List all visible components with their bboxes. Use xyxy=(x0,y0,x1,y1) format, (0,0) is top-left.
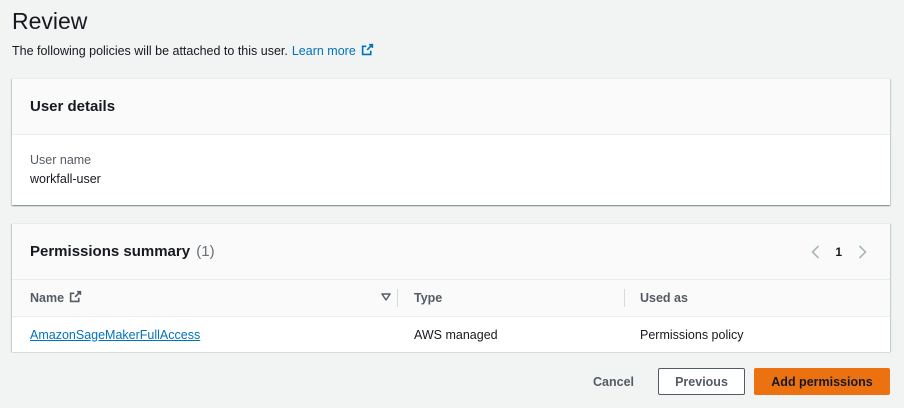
table-row: AmazonSageMakerFullAccess AWS managed Pe… xyxy=(12,317,890,352)
chevron-right-icon[interactable] xyxy=(856,244,868,260)
table-header: Name Type Used as xyxy=(12,280,890,317)
user-details-title: User details xyxy=(30,98,116,115)
cancel-button[interactable]: Cancel xyxy=(575,369,652,395)
learn-more-link[interactable]: Learn more xyxy=(292,43,374,59)
page-title: Review xyxy=(12,8,88,34)
chevron-left-icon[interactable] xyxy=(809,244,821,260)
policy-type-cell: AWS managed xyxy=(414,327,498,342)
policy-name-cell: AmazonSageMakerFullAccess xyxy=(12,328,397,342)
permissions-count: (1) xyxy=(196,243,215,260)
user-details-panel: User details User name workfall-user xyxy=(12,78,890,205)
policy-used-as-cell: Permissions policy xyxy=(640,327,744,342)
name-header-label: Name xyxy=(30,291,65,305)
add-permissions-button[interactable]: Add permissions xyxy=(754,368,890,395)
column-type-header: Type xyxy=(397,291,624,305)
permissions-summary-panel: Permissions summary (1) 1 Name Type Used… xyxy=(12,223,890,352)
current-page[interactable]: 1 xyxy=(835,245,842,259)
column-used-as-header: Used as xyxy=(624,291,890,305)
pagination: 1 xyxy=(809,244,868,260)
user-name-label: User name xyxy=(30,153,92,167)
previous-button[interactable]: Previous xyxy=(658,368,745,395)
permissions-title-text: Permissions summary xyxy=(30,243,191,260)
sort-down-icon[interactable] xyxy=(381,291,391,305)
learn-more-label: Learn more xyxy=(291,44,356,58)
review-page: Review The following policies will be at… xyxy=(0,0,904,408)
external-link-icon xyxy=(69,290,82,306)
user-details-header: User details xyxy=(12,79,890,135)
external-link-icon xyxy=(361,43,374,59)
user-name-value: workfall-user xyxy=(30,172,101,186)
permissions-header: Permissions summary (1) 1 xyxy=(12,224,890,280)
form-actions: Cancel Previous Add permissions xyxy=(575,368,890,395)
name-header-group: Name xyxy=(30,290,82,306)
user-details-body: User name workfall-user xyxy=(12,135,890,204)
page-subtitle: The following policies will be attached … xyxy=(12,43,374,59)
policy-name-link[interactable]: AmazonSageMakerFullAccess xyxy=(30,328,200,342)
column-name-header[interactable]: Name xyxy=(12,290,397,306)
permissions-title: Permissions summary (1) xyxy=(30,243,215,260)
subtitle-text: The following policies will be attached … xyxy=(12,44,288,58)
